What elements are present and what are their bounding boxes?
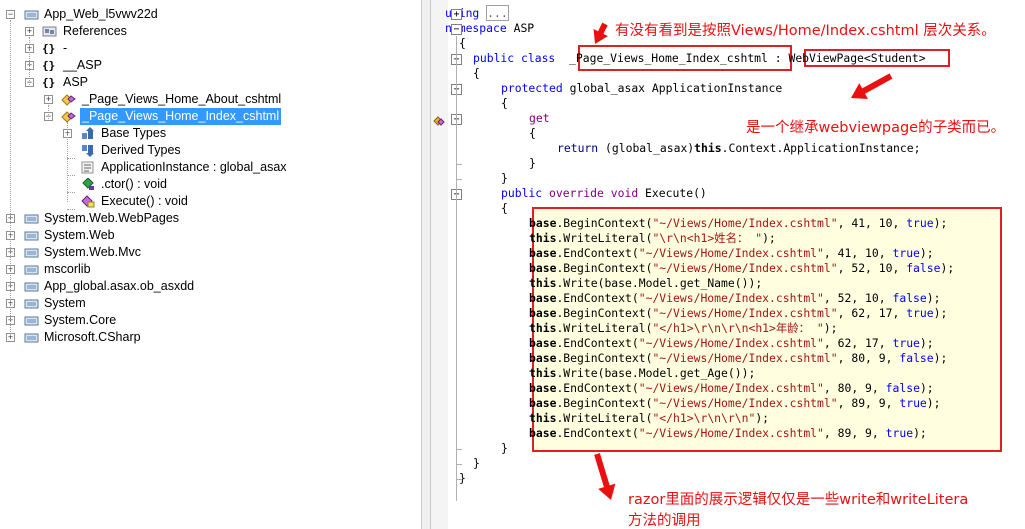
note-razor-line1: razor里面的展示逻辑仅仅是一些write和writeLitera xyxy=(628,492,969,508)
tree-item-label: Microsoft.CSharp xyxy=(44,330,141,344)
arrow-from-execute-body xyxy=(594,453,616,500)
namespace-icon: {} xyxy=(42,76,56,89)
tree-item-system-web-webpages[interactable]: + System.Web.WebPages xyxy=(0,210,421,227)
tree-item-derived-types[interactable]: Derived Types xyxy=(0,142,421,159)
namespace-icon: {} xyxy=(42,42,56,55)
tree-item-label: References xyxy=(63,24,127,38)
tree-item-label: - xyxy=(63,41,68,55)
note-razor-line2: 方法的调用 xyxy=(628,513,701,529)
expand-icon[interactable]: + xyxy=(25,27,34,36)
tree-item-app-global[interactable]: + App_global.asax.ob_asxdd xyxy=(0,278,421,295)
tree-item-label: Derived Types xyxy=(101,143,181,157)
tree-item-label: System.Web.Mvc xyxy=(44,245,142,259)
constructor-icon xyxy=(80,177,94,191)
tree-item-label: _Page_Views_Home_About_cshtml xyxy=(82,92,282,106)
tree-item-microsoft-csharp[interactable]: + Microsoft.CSharp xyxy=(0,329,421,346)
annotation-arrows xyxy=(593,22,893,500)
tree-item-label: System.Core xyxy=(44,313,117,327)
tree-item-ns-dash[interactable]: +{} - xyxy=(0,40,421,57)
tree-item-system-core[interactable]: + System.Core xyxy=(0,312,421,329)
tree-connector-line xyxy=(67,122,68,202)
tree-item-system[interactable]: + System xyxy=(0,295,421,312)
tree-item-ns-asp-underscore[interactable]: +{} __ASP xyxy=(0,57,421,74)
namespace-icon: {} xyxy=(42,59,56,72)
class-icon xyxy=(60,93,76,106)
tree-item-about-class[interactable]: + _Page_Views_Home_About_cshtml xyxy=(0,91,421,108)
tree-item-label: App_Web_l5vwv22d xyxy=(44,7,158,21)
tree-item-assembly[interactable]: − App_Web_l5vwv22d xyxy=(0,6,421,23)
tree-connector-line xyxy=(67,209,75,210)
tree-item-label: mscorlib xyxy=(44,262,91,276)
tree-item-references[interactable]: + References xyxy=(0,23,421,40)
tree-item-label: .ctor() : void xyxy=(101,177,167,191)
tree-connector-line xyxy=(67,158,75,159)
tree-item-label: __ASP xyxy=(63,58,102,72)
note-subclass: 是一个继承webviewpage的子类而已。 xyxy=(746,120,1006,136)
tree-connector-line xyxy=(67,175,75,176)
assembly-icon xyxy=(24,263,39,276)
assembly-icon xyxy=(24,212,39,225)
assembly-icon xyxy=(24,280,39,293)
references-folder-icon xyxy=(42,25,57,38)
assembly-icon xyxy=(24,314,39,327)
pane-splitter[interactable] xyxy=(421,0,431,529)
tree-item-application-instance[interactable]: ApplicationInstance : global_asax xyxy=(0,159,421,176)
assembly-icon xyxy=(24,297,39,310)
note-hierarchy: 有没有看到是按照Views/Home/Index.cshtml 层次关系。 xyxy=(615,23,996,39)
tree-connector-line xyxy=(67,192,75,193)
tree-item-mscorlib[interactable]: + mscorlib xyxy=(0,261,421,278)
tree-item-execute[interactable]: Execute() : void xyxy=(0,193,421,210)
collapse-icon[interactable]: − xyxy=(6,10,15,19)
property-icon xyxy=(80,161,94,174)
assembly-icon xyxy=(24,229,39,242)
code-view[interactable]: using ... namespace ASP{public class _Pag… xyxy=(431,0,1025,529)
tree-item-ns-asp[interactable]: −{} ASP xyxy=(0,74,421,91)
tree-item-base-types[interactable]: + Base Types xyxy=(0,125,421,142)
derived-types-icon xyxy=(80,144,94,157)
tree-item-index-class[interactable]: − _Page_Views_Home_Index_cshtml xyxy=(0,108,421,125)
tree-connector-line xyxy=(48,105,49,119)
assembly-icon xyxy=(24,331,39,344)
tree-item-label: ApplicationInstance : global_asax xyxy=(101,160,287,174)
tree-item-label: _Page_Views_Home_Index_cshtml xyxy=(80,108,282,125)
tree-item-label: System.Web xyxy=(44,228,115,242)
tree-item-label: System.Web.WebPages xyxy=(44,211,180,225)
tree-item-label: Base Types xyxy=(101,126,167,140)
tree-item-system-web[interactable]: + System.Web xyxy=(0,227,421,244)
tree-item-ctor[interactable]: .ctor() : void xyxy=(0,176,421,193)
base-types-icon xyxy=(80,127,94,140)
tree-item-system-web-mvc[interactable]: + System.Web.Mvc xyxy=(0,244,421,261)
tree-item-label: System xyxy=(44,296,86,310)
tree-item-label: Execute() : void xyxy=(101,194,188,208)
tree-connector-line xyxy=(10,20,11,336)
expand-icon[interactable]: + xyxy=(44,95,53,104)
assembly-icon xyxy=(24,246,39,259)
arrow-to-base-class xyxy=(851,73,893,99)
tree-connector-line xyxy=(29,37,30,87)
assembly-icon xyxy=(24,8,39,21)
tree-item-label: App_global.asax.ob_asxdd xyxy=(44,279,195,293)
method-icon xyxy=(80,195,95,208)
tree-item-label: ASP xyxy=(63,75,89,89)
arrow-to-class-name xyxy=(593,22,608,44)
assembly-tree[interactable]: − App_Web_l5vwv22d + References +{} - + {} __ASP… xyxy=(0,0,421,529)
